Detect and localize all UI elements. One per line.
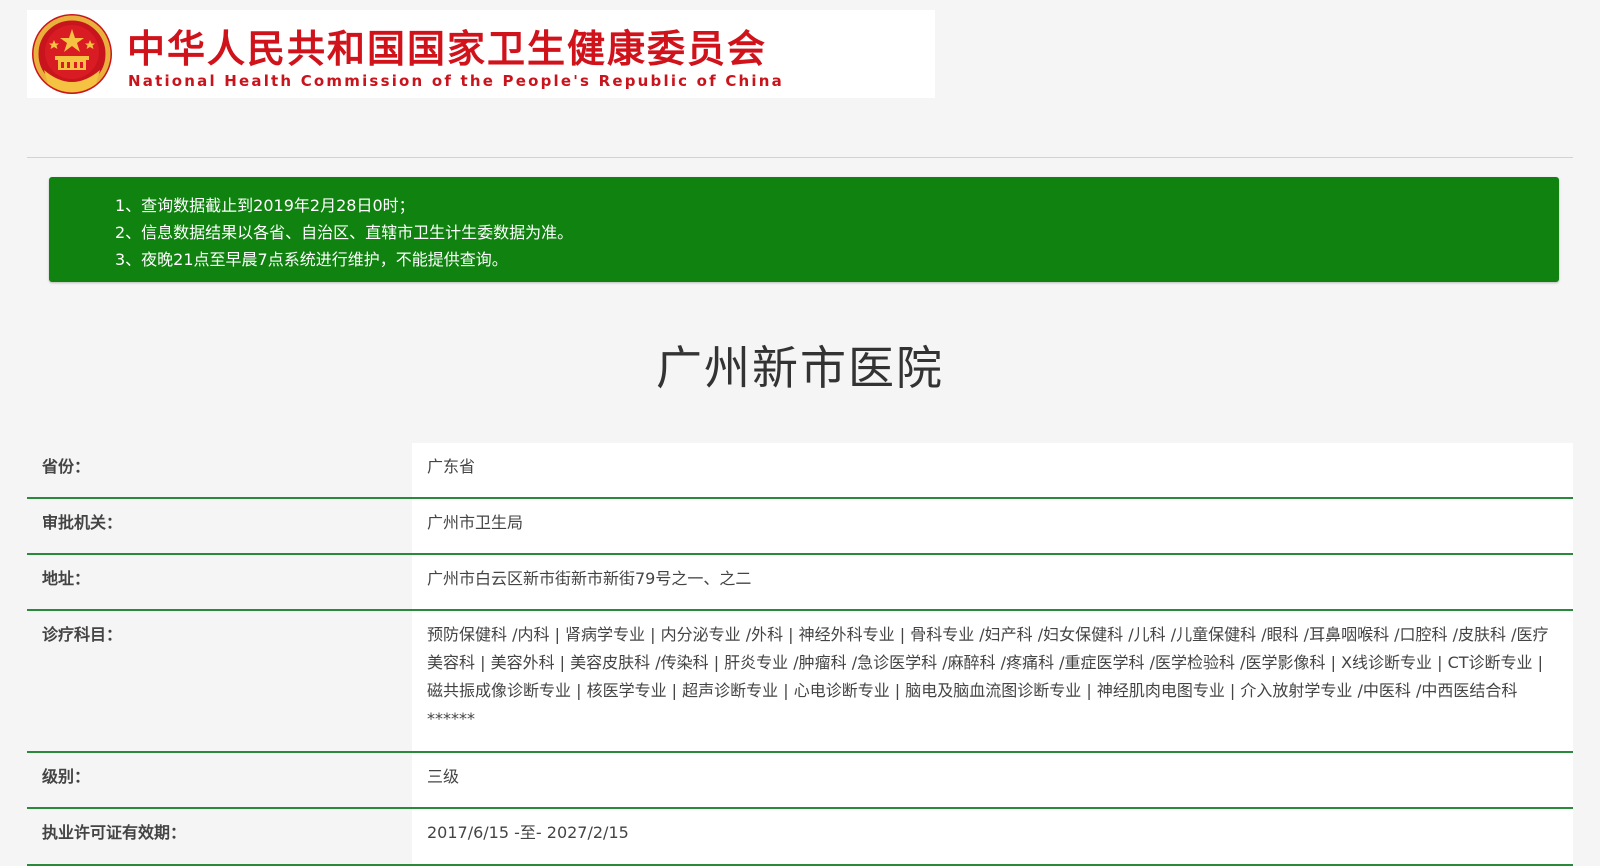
notice-item: 2、信息数据结果以各省、自治区、直辖市卫生计生委数据为准。 [115,223,574,242]
detail-value: 广州市卫生局 [412,499,1573,553]
notice-item: 3、夜晚21点至早晨7点系统进行维护，不能提供查询。 [115,250,508,269]
detail-row-license-validity: 执业许可证有效期： 2017/6/15 -至- 2027/2/15 [27,809,1573,866]
detail-value: 2017/6/15 -至- 2027/2/15 [412,809,1573,864]
detail-value: 广东省 [412,443,1573,497]
hospital-details-table: 省份： 广东省 审批机关： 广州市卫生局 地址： 广州市白云区新市街新市新街79… [27,443,1573,866]
national-emblem-icon [32,14,112,94]
detail-label: 诊疗科目： [27,611,412,751]
detail-value: 三级 [412,753,1573,807]
notice-list: 1、查询数据截止到2019年2月28日0时； 2、信息数据结果以各省、自治区、直… [115,192,573,273]
detail-value: 预防保健科 /内科 | 肾病学专业 | 内分泌专业 /外科 | 神经外科专业 |… [412,611,1573,751]
detail-label: 级别： [27,753,412,807]
detail-label: 地址： [27,555,412,609]
header-divider [27,157,1573,158]
detail-row-address: 地址： 广州市白云区新市街新市新街79号之一、之二 [27,555,1573,611]
detail-value: 广州市白云区新市街新市新街79号之一、之二 [412,555,1573,609]
notice-box: 1、查询数据截止到2019年2月28日0时； 2、信息数据结果以各省、自治区、直… [49,177,1559,282]
detail-label: 省份： [27,443,412,497]
detail-row-departments: 诊疗科目： 预防保健科 /内科 | 肾病学专业 | 内分泌专业 /外科 | 神经… [27,611,1573,753]
notice-item: 1、查询数据截止到2019年2月28日0时； [115,196,415,215]
header-banner: 中华人民共和国国家卫生健康委员会 National Health Commiss… [27,10,935,98]
detail-row-authority: 审批机关： 广州市卫生局 [27,499,1573,555]
hospital-name: 广州新市医院 [656,341,944,395]
detail-label: 审批机关： [27,499,412,553]
site-name-en: National Health Commission of the People… [128,72,784,90]
detail-row-province: 省份： 广东省 [27,443,1573,499]
detail-row-level: 级别： 三级 [27,753,1573,809]
detail-label: 执业许可证有效期： [27,809,412,864]
site-name-cn: 中华人民共和国国家卫生健康委员会 [127,27,768,71]
